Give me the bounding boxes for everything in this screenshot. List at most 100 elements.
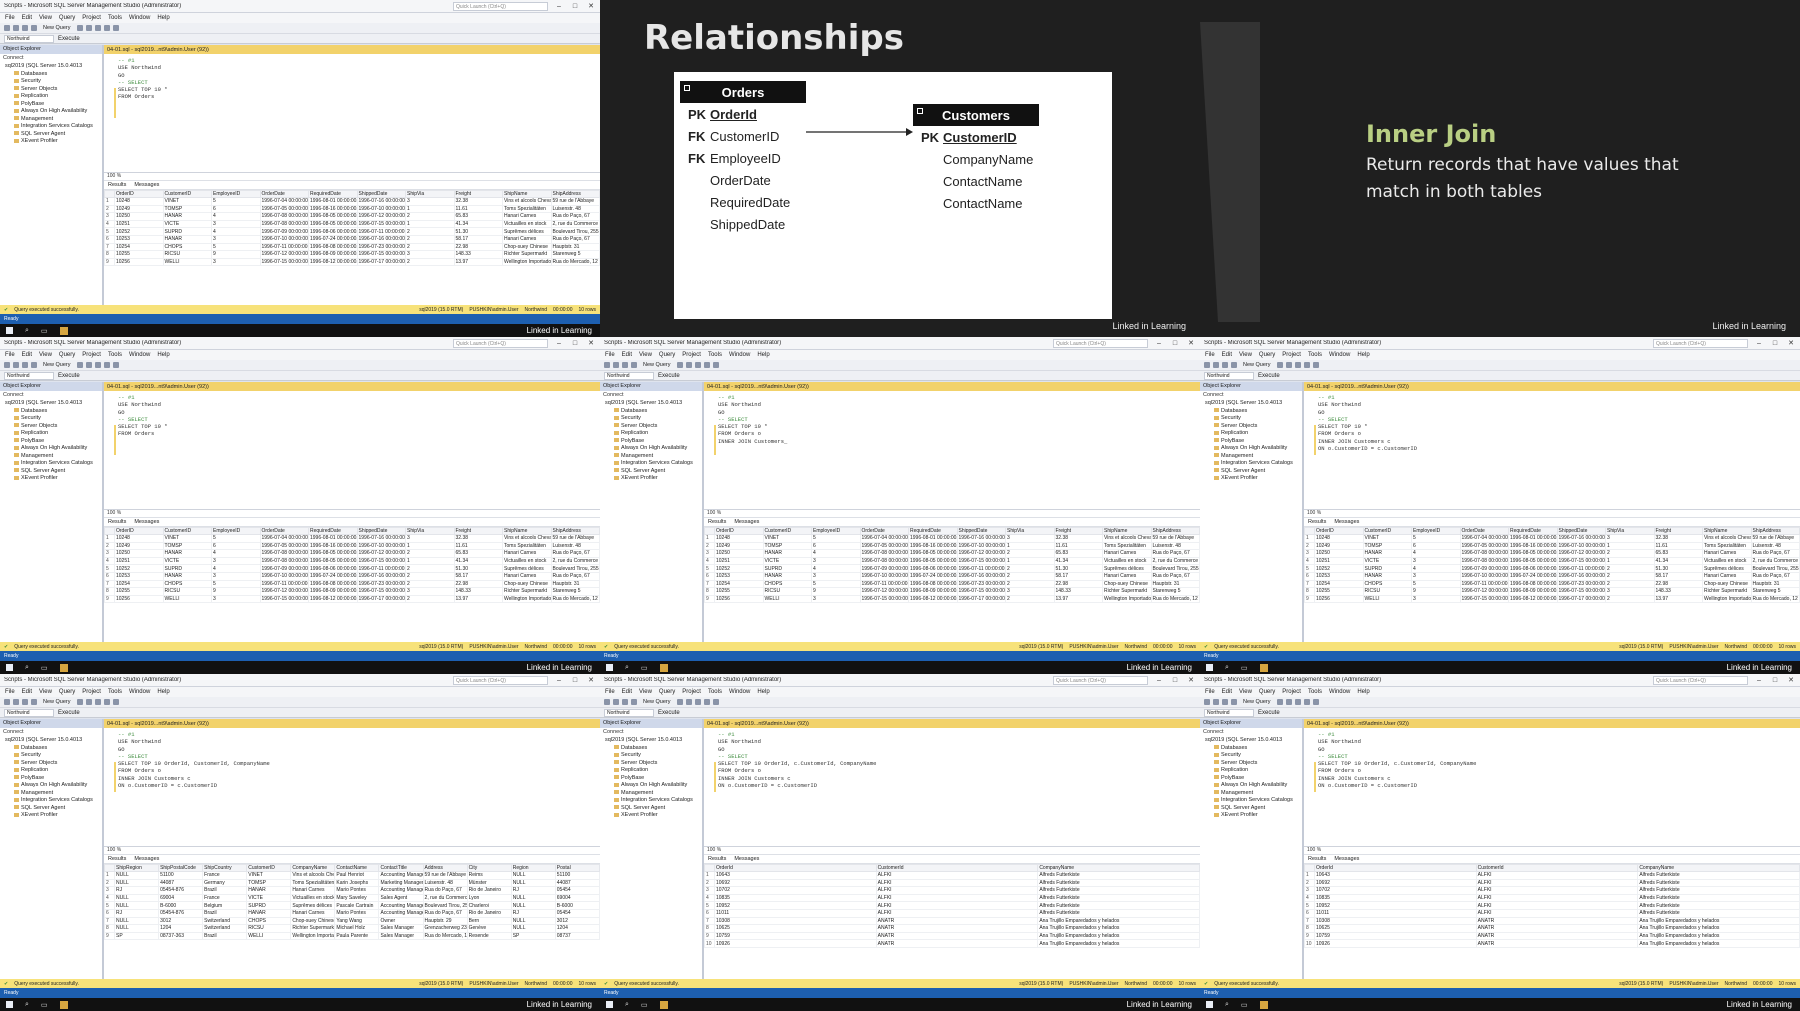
menu-item[interactable]: Query bbox=[659, 689, 675, 695]
menu-item[interactable]: View bbox=[1239, 689, 1252, 695]
table-row[interactable]: 9 10759 ANATR Ana Trujillo Emparedados y he… bbox=[1304, 931, 1800, 941]
menu-item[interactable]: Project bbox=[82, 689, 101, 695]
table-row[interactable]: 210249TOMSP61996-07-05 00:00:00.0001996-… bbox=[104, 204, 600, 214]
menu-item[interactable]: Query bbox=[59, 15, 75, 21]
table-row[interactable]: 410251VICTE31996-07-08 00:00:00.0001996-… bbox=[104, 556, 600, 566]
close-icon[interactable]: ✕ bbox=[1786, 676, 1796, 684]
save-icon[interactable] bbox=[22, 699, 28, 705]
undo-icon[interactable] bbox=[703, 362, 710, 368]
table-row[interactable]: 710254CHOPS51996-07-11 00:00:00.0001996-… bbox=[704, 579, 1200, 589]
column-header[interactable]: ShipVia bbox=[1005, 527, 1055, 535]
search-icon[interactable]: ⌕ bbox=[625, 664, 629, 672]
table-row[interactable]: 610253HANAR31996-07-10 00:00:00.0001996-… bbox=[104, 234, 600, 244]
menu-item[interactable]: View bbox=[39, 689, 52, 695]
connect-button[interactable]: Connect bbox=[1200, 391, 1302, 400]
table-row[interactable]: 6 11011 ALFKI Alfreds Futterkiste bbox=[704, 908, 1200, 918]
ssms-app-icon[interactable] bbox=[59, 1000, 68, 1009]
quick-launch-input[interactable]: Quick Launch (Ctrl+Q) bbox=[453, 675, 548, 685]
paste-icon[interactable] bbox=[1294, 699, 1301, 705]
tree-node[interactable]: PolyBase bbox=[600, 775, 702, 783]
tree-node[interactable]: SQL Server Agent bbox=[0, 468, 102, 476]
menu-item[interactable]: File bbox=[1205, 689, 1215, 695]
database-select[interactable]: Northwind bbox=[604, 371, 654, 380]
tree-node[interactable]: Databases bbox=[0, 71, 102, 79]
tree-node[interactable]: Databases bbox=[1200, 745, 1302, 753]
redo-icon[interactable] bbox=[112, 25, 119, 31]
undo-icon[interactable] bbox=[1303, 699, 1310, 705]
undo-icon[interactable] bbox=[103, 699, 110, 705]
minimize-icon[interactable]: – bbox=[1154, 677, 1164, 684]
zoom-level[interactable]: 100 % bbox=[104, 173, 600, 181]
tree-node[interactable]: Replication bbox=[600, 767, 702, 775]
redo-icon[interactable] bbox=[1312, 699, 1319, 705]
results-tab[interactable]: Results bbox=[1308, 856, 1326, 862]
column-header[interactable]: CompanyName bbox=[290, 864, 336, 872]
table-row[interactable]: 2 10692 ALFKI Alfreds Futterkiste bbox=[704, 878, 1200, 888]
copy-icon[interactable] bbox=[85, 362, 92, 368]
table-row[interactable]: 310250HANAR41996-07-08 00:00:00.0001996-… bbox=[1304, 549, 1800, 558]
paste-icon[interactable] bbox=[694, 699, 701, 705]
maximize-icon[interactable]: □ bbox=[570, 677, 580, 684]
table-row[interactable]: 310250HANAR41996-07-08 00:00:00.0001996-… bbox=[104, 212, 600, 221]
tree-node[interactable]: XEvent Profiler bbox=[600, 475, 702, 483]
table-row[interactable]: 410251VICTE31996-07-08 00:00:00.0001996-… bbox=[704, 556, 1200, 566]
column-header[interactable]: ShipPostalCode bbox=[158, 864, 204, 872]
column-header[interactable]: Postal bbox=[554, 864, 600, 872]
query-tab[interactable]: 04-01.sql - sql2019...nt9\admin.User (92… bbox=[704, 719, 1200, 728]
table-row[interactable]: 10 10926 ANATR Ana Trujillo Emparedados y h… bbox=[704, 939, 1200, 948]
tree-node[interactable]: Security bbox=[0, 78, 102, 86]
table-row[interactable]: 10 10926 ANATR Ana Trujillo Emparedados y h… bbox=[1304, 939, 1800, 948]
tree-node[interactable]: Integration Services Catalogs bbox=[600, 460, 702, 468]
menu-item[interactable]: Window bbox=[729, 352, 750, 358]
tree-node[interactable]: Integration Services Catalogs bbox=[0, 460, 102, 468]
tree-node[interactable]: Management bbox=[1200, 790, 1302, 798]
tree-node[interactable]: Always On High Availability bbox=[600, 782, 702, 790]
menu-item[interactable]: Project bbox=[82, 15, 101, 21]
table-row[interactable]: 910256WELLI31996-07-15 00:00:00.0001996-… bbox=[104, 594, 600, 604]
windows-start-icon[interactable] bbox=[606, 664, 613, 671]
save-icon[interactable] bbox=[22, 362, 28, 368]
table-row[interactable]: 510252SUPRD41996-07-09 00:00:00.0001996-… bbox=[104, 227, 600, 236]
zoom-level[interactable]: 100 % bbox=[704, 510, 1200, 518]
column-header[interactable]: ShipAddress bbox=[550, 190, 600, 198]
table-row[interactable]: 4 NULL 69004 France VICTE Victuailles en stoc… bbox=[104, 893, 600, 903]
tree-node[interactable]: Management bbox=[1200, 453, 1302, 461]
ssms-app-icon[interactable] bbox=[659, 1000, 668, 1009]
table-row[interactable]: 110248VINET51996-07-04 00:00:00.0001996-… bbox=[1304, 534, 1800, 543]
column-header[interactable]: OrderDate bbox=[259, 190, 309, 198]
quick-launch-input[interactable]: Quick Launch (Ctrl+Q) bbox=[1653, 675, 1748, 685]
table-row[interactable]: 110248VINET51996-07-04 00:00:00.0001996-… bbox=[704, 534, 1200, 543]
maximize-icon[interactable]: □ bbox=[1770, 340, 1780, 347]
execute-button[interactable]: Execute bbox=[58, 36, 80, 42]
tree-node[interactable]: Databases bbox=[1200, 408, 1302, 416]
paste-icon[interactable] bbox=[94, 25, 101, 31]
menu-item[interactable]: Tools bbox=[1308, 352, 1322, 358]
forward-icon[interactable] bbox=[1213, 362, 1219, 368]
connect-button[interactable]: Connect bbox=[600, 391, 702, 400]
messages-tab[interactable]: Messages bbox=[1334, 519, 1359, 525]
table-row[interactable]: 910256WELLI31996-07-15 00:00:00.0001996-… bbox=[704, 594, 1200, 604]
tree-node[interactable]: Replication bbox=[0, 430, 102, 438]
table-row[interactable]: 510252SUPRD41996-07-09 00:00:00.0001996-… bbox=[704, 564, 1200, 573]
menu-item[interactable]: Query bbox=[59, 689, 75, 695]
table-row[interactable]: 4 10835 ALFKI Alfreds Futterkiste bbox=[704, 893, 1200, 903]
windows-start-icon[interactable] bbox=[6, 664, 13, 671]
tree-node[interactable]: PolyBase bbox=[0, 438, 102, 446]
paste-icon[interactable] bbox=[94, 699, 101, 705]
undo-icon[interactable] bbox=[103, 362, 110, 368]
table-row[interactable]: 210249TOMSP61996-07-05 00:00:00.0001996-… bbox=[1304, 541, 1800, 551]
table-row[interactable]: 1 10643 ALFKI Alfreds Futterkiste bbox=[704, 871, 1200, 880]
save-all-icon[interactable] bbox=[631, 699, 637, 705]
table-row[interactable]: 7 10308 ANATR Ana Trujillo Emparedados y he… bbox=[704, 916, 1200, 926]
task-view-icon[interactable]: ▭ bbox=[1241, 1001, 1248, 1009]
cut-icon[interactable] bbox=[76, 362, 83, 368]
windows-start-icon[interactable] bbox=[606, 1001, 613, 1008]
column-header[interactable]: OrderID bbox=[114, 190, 164, 198]
column-header[interactable]: EmployeeID bbox=[211, 190, 261, 198]
results-grid[interactable]: OrderID CustomerID EmployeeID OrderDate Requ… bbox=[1304, 527, 1800, 604]
column-header[interactable]: CompanyName bbox=[1037, 864, 1200, 872]
menu-item[interactable]: Edit bbox=[22, 352, 32, 358]
column-header[interactable]: CustomerID bbox=[1362, 527, 1412, 535]
column-header[interactable]: ShipVia bbox=[1605, 527, 1655, 535]
tree-node[interactable]: Databases bbox=[600, 745, 702, 753]
